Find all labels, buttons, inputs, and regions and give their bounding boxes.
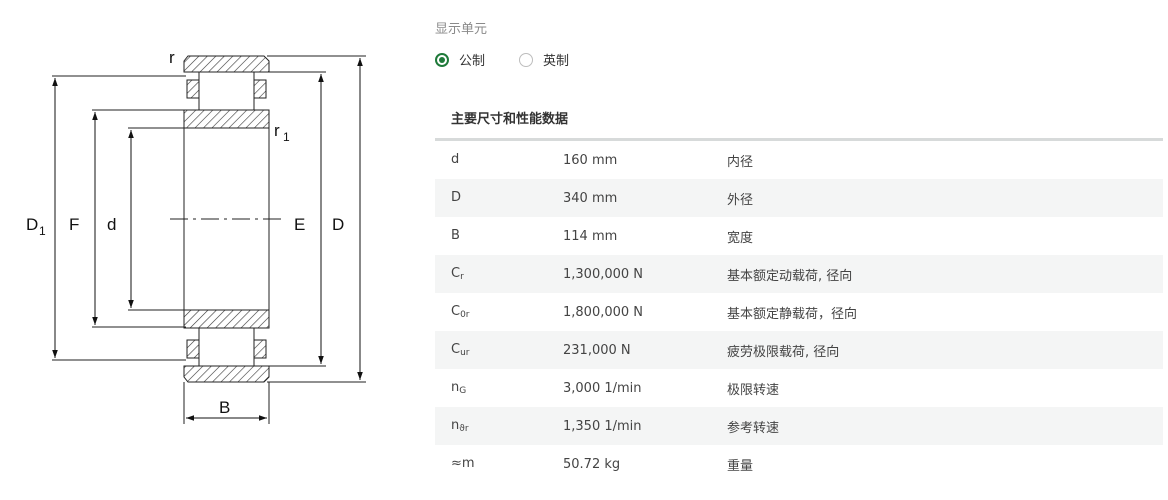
spec-symbol: nϑr [435, 407, 563, 445]
spec-symbol-sub: 0r [460, 310, 470, 320]
spec-symbol-main: ≈m [451, 456, 475, 471]
spec-symbol: D [435, 179, 563, 217]
label-E: E [294, 215, 305, 234]
radio-metric-indicator[interactable] [435, 52, 449, 67]
spec-description: 极限转速 [727, 382, 780, 398]
radio-imperial-indicator[interactable] [519, 52, 534, 67]
spec-value: 1,300,000 N [563, 255, 727, 293]
spec-description: 参考转速 [727, 407, 1163, 445]
spec-description: 外径 [727, 179, 1163, 217]
unit-radio-group: 公制 英制 [435, 50, 569, 69]
spec-symbol-main: C [451, 342, 461, 357]
unit-selector: 显示单元 公制 英制 [435, 20, 569, 69]
label-D: D [332, 215, 344, 234]
table-row: nG 3,000 1/min 极限转速 [435, 369, 1163, 407]
spec-symbol: ≈m [435, 445, 563, 483]
table-row: nϑr 1,350 1/min 参考转速 [435, 407, 1163, 445]
spec-value: 160 mm [563, 152, 618, 168]
table-row: C0r 1,800,000 N 基本额定静载荷，径向 [435, 293, 1163, 331]
label-d: d [107, 215, 116, 234]
spec-symbol-main: C [451, 266, 461, 281]
spec-description: 重量 [727, 458, 754, 474]
spec-symbol-sub: ϑr [459, 424, 469, 434]
spec-symbol: d [435, 141, 563, 179]
radio-metric-label[interactable]: 公制 [459, 50, 485, 69]
spec-value: 114 mm [563, 228, 618, 244]
spec-symbol: B [435, 217, 563, 255]
label-r1-sub: 1 [283, 130, 290, 144]
spec-symbol-sub: G [459, 386, 467, 396]
spec-table: d 160 mm 内径 D 340 mm 外径 B 114 mm 宽度 Cr 1,300,000 N… [435, 141, 1163, 483]
table-title: 主要尺寸和性能数据 [451, 112, 569, 127]
bearing-drawing: r r 1 D 1 F d E D B [0, 0, 420, 500]
table-row: D 340 mm 外径 [435, 179, 1163, 217]
spec-description: 疲劳极限载荷, 径向 [727, 331, 1163, 369]
label-D1: D [26, 215, 38, 234]
spec-value: 1,350 1/min [563, 407, 727, 445]
spec-symbol-main: D [451, 190, 462, 205]
label-F: F [69, 215, 79, 234]
spec-value: 231,000 N [563, 331, 727, 369]
table-row: B 114 mm 宽度 [435, 217, 1163, 255]
spec-value: 340 mm [563, 179, 727, 217]
label-r1: r [274, 121, 280, 140]
radio-metric[interactable]: 公制 [435, 50, 485, 69]
label-B: B [219, 398, 230, 417]
spec-description: 宽度 [727, 230, 754, 246]
label-D1-sub: 1 [39, 224, 46, 238]
spec-symbol: C0r [435, 293, 563, 331]
spec-symbol-sub: ur [460, 348, 470, 358]
spec-description: 内径 [727, 154, 754, 170]
table-row: Cr 1,300,000 N 基本额定动载荷, 径向 [435, 255, 1163, 293]
spec-symbol-main: n [451, 380, 460, 395]
spec-symbol: nG [435, 369, 563, 407]
table-row: d 160 mm 内径 [435, 141, 1163, 179]
radio-imperial[interactable]: 英制 [519, 50, 569, 69]
spec-description: 基本额定动载荷, 径向 [727, 255, 1163, 293]
spec-symbol-sub: r [460, 272, 464, 282]
table-row: Cur 231,000 N 疲劳极限载荷, 径向 [435, 331, 1163, 369]
spec-symbol-main: n [451, 418, 460, 433]
unit-selector-label: 显示单元 [435, 22, 488, 37]
spec-value: 3,000 1/min [563, 380, 642, 396]
spec-symbol-main: C [451, 304, 461, 319]
spec-symbol-main: d [451, 152, 460, 167]
label-r: r [169, 48, 175, 67]
radio-imperial-label[interactable]: 英制 [543, 50, 569, 69]
table-row: ≈m 50.72 kg 重量 [435, 445, 1163, 483]
spec-description: 基本额定静载荷，径向 [727, 306, 858, 322]
spec-value: 1,800,000 N [563, 304, 644, 320]
spec-value: 50.72 kg [563, 456, 621, 472]
spec-symbol: Cr [435, 255, 563, 293]
spec-symbol-main: B [451, 228, 460, 243]
spec-symbol: Cur [435, 331, 563, 369]
